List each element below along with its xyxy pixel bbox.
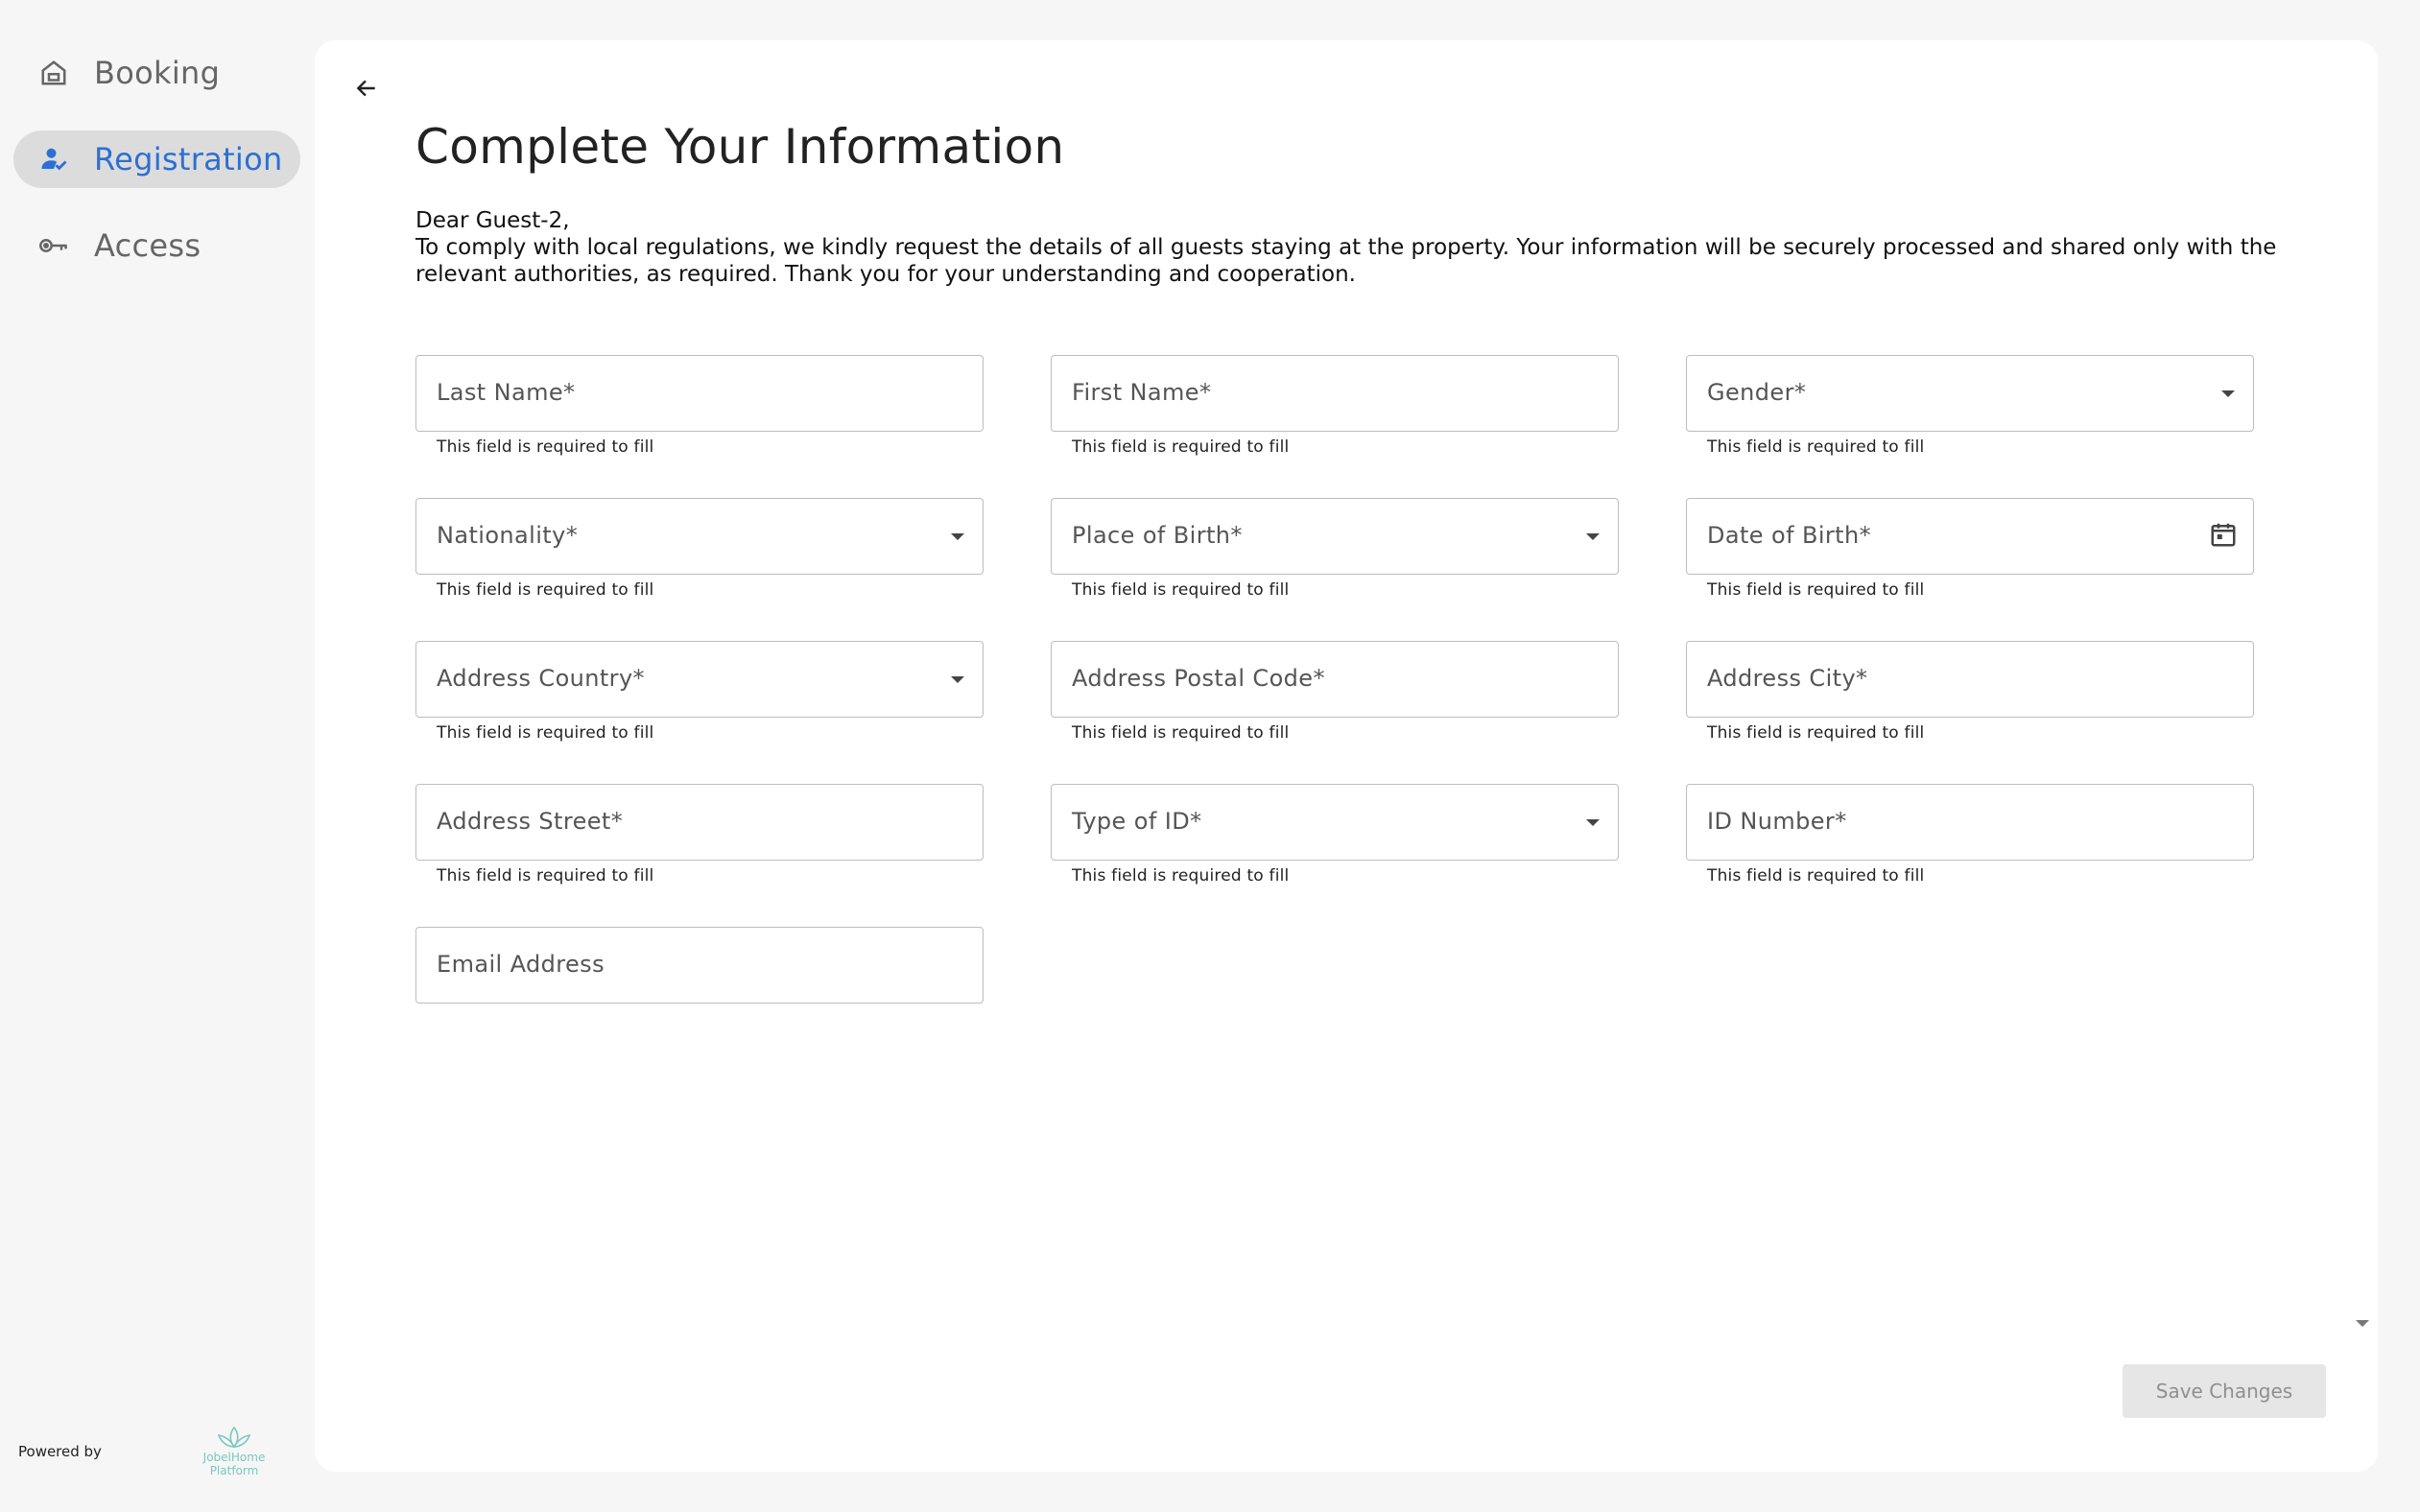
registration-card: Complete Your Information Dear Guest-2, … <box>315 40 2378 1472</box>
page-title: Complete Your Information <box>415 119 1065 175</box>
place-of-birth-select[interactable]: Place of Birth* <box>1051 498 1619 575</box>
brand-name: JobelHome Platform <box>202 1451 266 1477</box>
helper-text: This field is required to fill <box>1072 723 1290 743</box>
sidebar-item-registration[interactable]: Registration <box>13 130 300 188</box>
scroll-down-icon[interactable] <box>2355 1314 2370 1327</box>
helper-text: This field is required to fill <box>437 437 654 457</box>
gender-select[interactable]: Gender* <box>1686 355 2254 432</box>
house-icon <box>38 58 69 88</box>
email-field[interactable]: Email Address <box>415 927 984 1004</box>
helper-text: This field is required to fill <box>1707 580 1925 600</box>
helper-text: This field is required to fill <box>1072 866 1290 886</box>
sidebar-item-booking[interactable]: Booking <box>13 44 300 102</box>
sidebar-item-label: Booking <box>94 55 221 91</box>
greeting: Dear Guest-2, <box>415 208 570 233</box>
sidebar-item-label: Access <box>94 227 202 264</box>
id-number-field[interactable]: ID Number* <box>1686 784 2254 861</box>
helper-text: This field is required to fill <box>1707 437 1925 457</box>
lotus-icon <box>217 1426 251 1449</box>
helper-text: This field is required to fill <box>1072 580 1290 600</box>
calendar-icon[interactable] <box>2209 520 2240 551</box>
type-of-id-select[interactable]: Type of ID* <box>1051 784 1619 861</box>
helper-text: This field is required to fill <box>1072 437 1290 457</box>
last-name-field[interactable]: Last Name* <box>415 355 984 432</box>
address-city-field[interactable]: Address City* <box>1686 641 2254 718</box>
helper-text: This field is required to fill <box>437 866 654 886</box>
caret-down-icon <box>1583 814 1602 833</box>
intro-text: Dear Guest-2, To comply with local regul… <box>415 207 2296 288</box>
helper-text: This field is required to fill <box>1707 866 1925 886</box>
brand-logo: JobelHome Platform <box>192 1424 276 1477</box>
key-icon <box>38 230 69 261</box>
address-street-field[interactable]: Address Street* <box>415 784 984 861</box>
helper-text: This field is required to fill <box>437 723 654 743</box>
powered-by-text: Powered by <box>18 1443 102 1460</box>
nationality-select[interactable]: Nationality* <box>415 498 984 575</box>
first-name-field[interactable]: First Name* <box>1051 355 1619 432</box>
save-button[interactable]: Save Changes <box>2123 1364 2326 1418</box>
sidebar-item-access[interactable]: Access <box>13 217 300 274</box>
caret-down-icon <box>1583 528 1602 547</box>
helper-text: This field is required to fill <box>437 580 654 600</box>
caret-down-icon <box>948 671 967 690</box>
arrow-left-icon <box>356 80 375 97</box>
caret-down-icon <box>2218 385 2238 404</box>
sidebar: Booking Registration Access Powered by J… <box>0 0 313 1512</box>
caret-down-icon <box>948 528 967 547</box>
back-button[interactable] <box>345 67 388 109</box>
sidebar-item-label: Registration <box>94 141 283 177</box>
address-postal-code-field[interactable]: Address Postal Code* <box>1051 641 1619 718</box>
helper-text: This field is required to fill <box>1707 723 1925 743</box>
address-country-select[interactable]: Address Country* <box>415 641 984 718</box>
intro-paragraph: To comply with local regulations, we kin… <box>415 235 2277 287</box>
person-check-icon <box>38 144 69 175</box>
date-of-birth-field[interactable]: Date of Birth* <box>1686 498 2254 575</box>
